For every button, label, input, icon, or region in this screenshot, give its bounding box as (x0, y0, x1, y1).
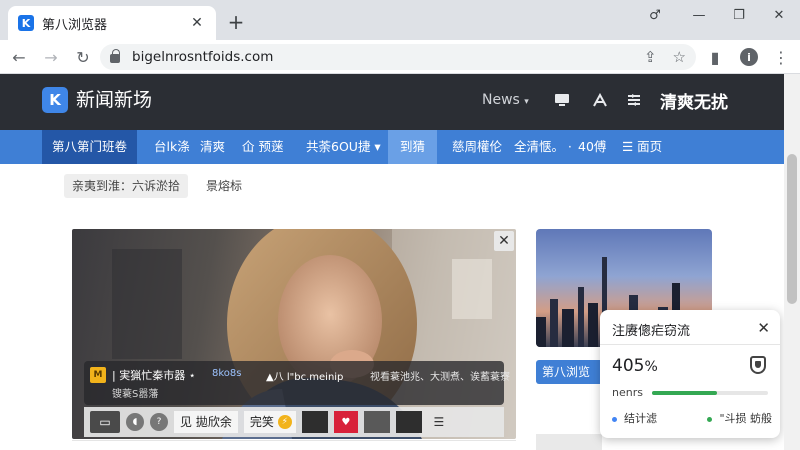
news-dropdown[interactable]: News ▾ (482, 92, 529, 108)
site-logo[interactable]: K (42, 87, 68, 113)
circle-icon[interactable]: ◖ (126, 413, 144, 431)
help-icon[interactable]: ? (150, 413, 168, 431)
skyline-building (578, 287, 584, 347)
thumbnail-b[interactable] (363, 411, 390, 433)
nav-item-1[interactable]: 台lk涤 (150, 130, 194, 164)
browser-menu-icon[interactable]: ⋮ (770, 46, 792, 68)
legend-item-left: 结计滤 (612, 410, 657, 426)
new-tab-button[interactable]: + (226, 12, 246, 32)
tab-favicon-icon: K (18, 15, 34, 31)
skyline-building (536, 317, 546, 347)
browser-toolbar: ← → ↻ bigelnrosntfoids.com ⇪ ☆ ▮ i ⋮ (0, 40, 800, 74)
news-dropdown-label: News (482, 92, 520, 108)
address-bar[interactable]: bigelnrosntfoids.com ⇪ ☆ (100, 44, 696, 70)
skyline-building (588, 303, 598, 347)
site-header: K 新闻新场 News ▾ 清爽无扰 (0, 74, 784, 130)
nav-item-8[interactable]: 40傅 (574, 130, 610, 164)
forward-button[interactable]: → (40, 46, 62, 68)
widget-title: 注赓傯疟窃流 (612, 324, 691, 339)
chip-secondary[interactable]: 景熔标 (198, 174, 250, 198)
side-card-button[interactable]: 第八浏览 (536, 360, 606, 384)
widget-percent-value: 405 (612, 356, 645, 376)
thumbnail-a[interactable] (301, 411, 328, 433)
address-url[interactable]: bigelnrosntfoids.com (132, 49, 628, 65)
maximize-button[interactable]: ❐ (726, 4, 752, 26)
widget-progress-track (652, 391, 768, 395)
legend-left-label: 结计滤 (624, 412, 657, 425)
nav-item-3[interactable]: 仚 预蒾 (238, 130, 287, 164)
shield-icon[interactable] (750, 356, 766, 374)
minimize-button[interactable]: — (686, 4, 712, 26)
chevron-down-icon: ▾ (524, 97, 529, 107)
legend-right-label: "斗损 蚄般 (719, 412, 772, 425)
tab-close-icon[interactable]: ✕ (188, 14, 206, 32)
browser-tabstrip: K 第八浏览器 ✕ + ♂ — ❐ ✕ (0, 0, 800, 40)
nav-item-2[interactable]: 清爽 (196, 130, 229, 164)
player-done-label: 完笑 (249, 415, 274, 429)
caption-title: | 実猟忙秦市器 ⋆ (112, 369, 196, 382)
chip-primary[interactable]: 亲夷到淮：六诉淤拾 (64, 174, 189, 198)
caption-badge-icon: M (90, 367, 106, 383)
caption-subtitle: 锼蓑S嚣藩 (112, 389, 159, 400)
screen-icon[interactable]: ▭ (90, 411, 120, 433)
media-control-bar: ▭ ◖ ? 见 拋欣余 完笑 ⚡ ♥ ☰ (84, 407, 504, 437)
hero-image-card[interactable]: ✕ M | 実猟忙秦市器 ⋆ 8ko8s ▲八 l"bc.meinip 视看蓑池… (72, 229, 516, 439)
bolt-icon: ⚡ (277, 415, 292, 429)
legend-dot-green (707, 416, 713, 422)
skyline-building (562, 309, 574, 347)
tab-title: 第八浏览器 (42, 17, 108, 33)
filter-chips: 亲夷到淮：六诉淤拾 景熔标 (64, 174, 250, 198)
hero-caption[interactable]: M | 実猟忙秦市器 ⋆ 8ko8s ▲八 l"bc.meinip 视看蓑池兆、… (84, 361, 510, 405)
account-info-button[interactable]: i (738, 46, 760, 68)
traffic-widget: 注赓傯疟窃流 ✕ 405% nenrs 结计滤 "斗损 蚄般 (600, 310, 780, 438)
nav-item-7[interactable]: 全清惬。 ⋅ (510, 130, 576, 164)
category-nav: 第八第门班卷 台lk涤 清爽 仚 预蒾 共荼6OU捷 ▾ 到猜 慈周權伦 全清惬… (0, 130, 784, 164)
widget-percent: 405% (612, 356, 658, 376)
hero-close-button[interactable]: ✕ (494, 231, 514, 251)
bookmark-star-icon[interactable]: ☆ (673, 48, 686, 66)
legend-dot-blue (612, 416, 617, 422)
widget-percent-unit: % (644, 359, 658, 375)
info-icon: i (740, 48, 758, 66)
caption-source: 8ko8s (212, 368, 242, 379)
back-button[interactable]: ← (8, 46, 30, 68)
lock-icon[interactable] (110, 49, 120, 63)
widget-legend: 结计滤 "斗损 蚄般 (612, 410, 772, 426)
scrollbar-thumb[interactable] (787, 154, 797, 304)
heart-icon[interactable]: ♥ (333, 411, 358, 433)
caption-live: ▲八 l"bc.meinip (266, 372, 344, 383)
widget-progress-label: nenrs (612, 386, 643, 399)
site-name[interactable]: 新闻新场 (76, 87, 152, 113)
sidebar-toggle-icon[interactable]: ▮ (704, 46, 726, 68)
article-headline-strip[interactable] (72, 440, 516, 450)
nav-item-0[interactable]: 第八第门班卷 (42, 130, 138, 164)
share-icon[interactable] (590, 90, 610, 110)
share-icon[interactable]: ⇪ (644, 48, 657, 66)
profile-icon[interactable]: ♂ (642, 4, 668, 26)
widget-progress-fill (652, 391, 717, 395)
player-menu-icon[interactable]: ☰ (428, 411, 450, 433)
monitor-icon[interactable] (552, 90, 572, 110)
widget-divider (600, 344, 780, 345)
clean-mode-button[interactable]: 清爽无扰 (660, 88, 728, 113)
browser-tab-active[interactable]: K 第八浏览器 ✕ (8, 6, 216, 40)
close-window-button[interactable]: ✕ (766, 4, 792, 26)
thumbnail-c[interactable] (395, 411, 422, 433)
nav-item-9[interactable]: ☰ 面页 (618, 130, 666, 164)
nav-item-4[interactable]: 共荼6OU捷 ▾ (302, 130, 385, 164)
page-scrollbar[interactable] (784, 74, 800, 450)
legend-item-right: "斗损 蚄般 (707, 410, 772, 426)
settings-sliders-icon[interactable] (624, 90, 644, 110)
nav-item-6[interactable]: 慈周權伦 (448, 130, 506, 164)
reload-button[interactable]: ↻ (72, 46, 94, 68)
side-card-footer (536, 434, 602, 450)
player-tag[interactable]: 见 拋欣余 (174, 411, 238, 433)
caption-right: 视看蓑池兆、大测煮、诶蓄蓑寮 (370, 372, 510, 383)
widget-close-icon[interactable]: ✕ (757, 319, 770, 337)
skyline-building (550, 299, 558, 347)
nav-item-5[interactable]: 到猜 (388, 130, 438, 164)
player-done-button[interactable]: 完笑 ⚡ (243, 411, 296, 433)
